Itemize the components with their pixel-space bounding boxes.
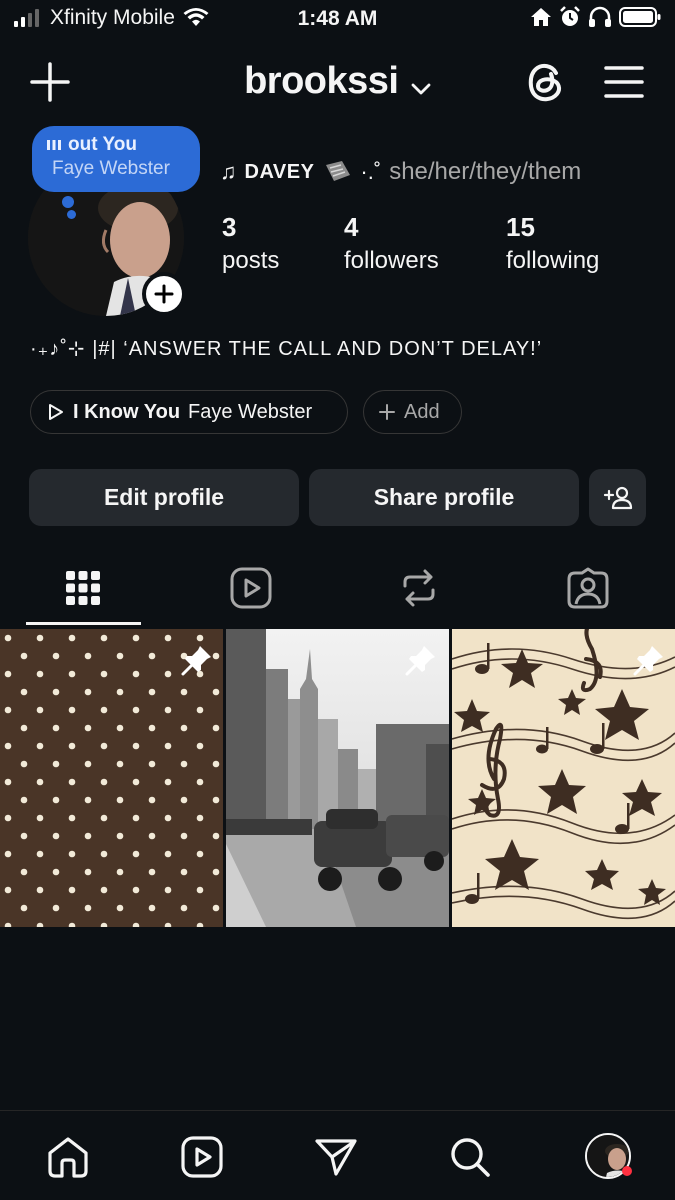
play-icon: [49, 404, 63, 420]
tab-grid[interactable]: [58, 563, 108, 613]
music-chip-artist: Faye Webster: [188, 400, 313, 423]
nav-messages[interactable]: [312, 1133, 360, 1181]
profile-tabs: [0, 555, 675, 627]
music-stars-post[interactable]: [452, 629, 675, 927]
note-bubble-tail-small: [67, 210, 76, 219]
music-chip-song: I Know You: [73, 400, 181, 423]
posts-grid: [0, 629, 675, 927]
profile-music-chip[interactable]: I Know You Faye Webster: [30, 390, 348, 434]
pinned-icon: [181, 646, 211, 676]
pronouns: she/her/they/them: [389, 158, 582, 185]
audio-bars-icon: [47, 140, 61, 150]
followers-count[interactable]: 4 followers: [344, 212, 439, 275]
discover-people-button[interactable]: [589, 469, 646, 526]
reels-icon: [181, 1136, 223, 1178]
account-switcher[interactable]: brookssi: [0, 60, 675, 103]
profile-header: brookssi: [0, 50, 675, 114]
username[interactable]: brookssi: [244, 60, 399, 102]
share-profile-button[interactable]: Share profile: [309, 469, 579, 526]
send-icon: [315, 1139, 357, 1176]
following-count-value: 15: [506, 212, 535, 242]
posts-count-value: 3: [222, 212, 237, 242]
name-line: ♫ DAVEY ·.˚ she/her/they/them: [220, 158, 581, 186]
city-street-post[interactable]: [226, 629, 449, 927]
tab-reels[interactable]: [226, 563, 276, 613]
tagged-icon: [567, 567, 609, 609]
nav-search[interactable]: [446, 1133, 494, 1181]
add-chip-label: Add: [404, 400, 440, 423]
pinned-icon: [405, 646, 435, 676]
grid-icon: [66, 571, 100, 605]
plus-icon: [379, 404, 395, 420]
following-count-label: following: [506, 247, 600, 274]
chevron-down-icon[interactable]: [411, 82, 431, 96]
note-song-title: out You: [68, 134, 137, 155]
home-icon: [531, 8, 551, 26]
note-bubble-tail: [62, 196, 74, 208]
notification-dot: [622, 1166, 632, 1176]
nav-reels[interactable]: [178, 1133, 226, 1181]
search-icon: [451, 1138, 490, 1177]
followers-count-label: followers: [344, 247, 439, 274]
reposts-icon: [403, 569, 435, 607]
battery-icon: [619, 7, 661, 27]
add-chip-button[interactable]: Add: [363, 390, 462, 434]
active-tab-indicator: [26, 622, 141, 625]
tab-reposts[interactable]: [394, 563, 444, 613]
reels-icon: [230, 567, 272, 609]
add-story-button[interactable]: [142, 272, 186, 316]
status-bar: Xfinity Mobile 1:48 AM: [0, 0, 675, 40]
display-name: DAVEY: [244, 160, 315, 183]
edit-profile-button[interactable]: Edit profile: [29, 469, 299, 526]
threads-icon[interactable]: [522, 59, 568, 105]
note-bubble[interactable]: out You Faye Webster: [32, 126, 200, 192]
headphones-icon: [589, 6, 611, 27]
note-artist: Faye Webster: [52, 158, 170, 179]
bio-text: ·₊♪˚⊹ |#| ‘ANSWER THE CALL AND DON’T DEL…: [30, 338, 543, 360]
posts-count[interactable]: 3 posts: [222, 212, 279, 275]
plus-icon: [154, 284, 174, 304]
home-icon: [48, 1137, 88, 1178]
add-person-icon: [603, 486, 632, 509]
name-suffix: ·.˚: [360, 159, 382, 184]
posts-count-label: posts: [222, 247, 280, 274]
newspaper-emoji-icon: [326, 161, 351, 181]
music-note-glyph: ♫: [220, 159, 237, 184]
polka-dot-post[interactable]: [0, 629, 223, 927]
menu-icon[interactable]: [602, 62, 646, 102]
tab-tagged[interactable]: [563, 563, 613, 613]
pinned-icon: [633, 646, 663, 676]
following-count[interactable]: 15 following: [506, 212, 599, 275]
bottom-navigation: [0, 1110, 675, 1200]
followers-count-value: 4: [344, 212, 359, 242]
alarm-icon: [560, 6, 580, 26]
nav-home[interactable]: [44, 1133, 92, 1181]
